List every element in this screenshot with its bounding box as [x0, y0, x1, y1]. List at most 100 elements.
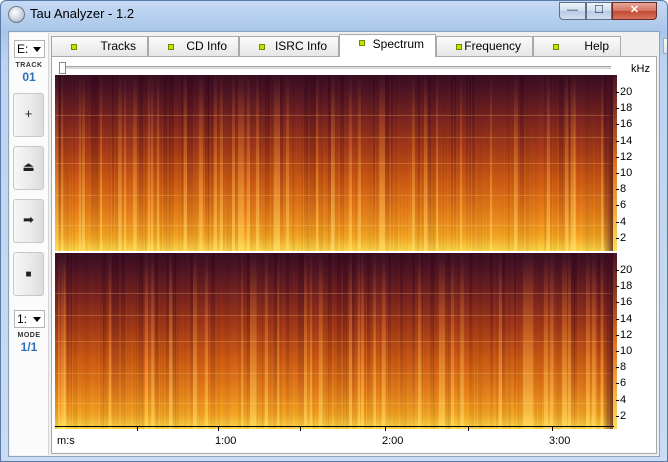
drive-select[interactable]: E:	[14, 40, 45, 58]
spectrogram-harmonic-line	[55, 315, 614, 316]
mode-label: MODE	[17, 332, 41, 339]
tab-cd-info[interactable]: CD Info	[148, 36, 239, 56]
time-tick-label: 3:00	[549, 435, 571, 447]
time-tick-label: 1:00	[215, 435, 237, 447]
khz-unit-label: kHz	[631, 63, 650, 75]
status-led-icon	[168, 44, 174, 50]
track-label: TRACK	[15, 62, 43, 69]
stop-icon: ■	[25, 269, 32, 280]
spectrogram-right-channel	[55, 253, 614, 429]
frequency-axis-top: 20 18 16 14 12 10 8 6 4 2	[615, 75, 650, 251]
app-window: Tau Analyzer - 1.2 — ☐ ✕ E: TRACK 01 + ⏏…	[0, 0, 668, 462]
time-tick	[137, 427, 138, 431]
minimize-button[interactable]: —	[559, 2, 586, 20]
eject-icon: ⏏	[22, 159, 35, 174]
status-led-icon	[259, 44, 265, 50]
spectrogram-harmonic-line	[55, 163, 614, 164]
spectrogram-harmonic-line	[55, 115, 614, 116]
frequency-tick-label: 8	[615, 361, 627, 374]
frequency-tick-label: 6	[615, 377, 627, 390]
spectrogram-harmonic-line	[55, 373, 614, 374]
frequency-tick-label: 6	[615, 199, 627, 212]
time-axis-label: m:s	[57, 435, 75, 447]
time-tick	[300, 427, 301, 431]
tab-frequency[interactable]: Frequency	[436, 36, 533, 56]
spectrogram-harmonic-line	[55, 225, 614, 226]
spectrogram-harmonic-line	[55, 403, 614, 404]
frequency-tick-label: 18	[615, 102, 633, 115]
frequency-tick-label: 4	[615, 215, 627, 228]
maximize-icon: ☐	[594, 4, 604, 16]
mode-select-value: 1:	[17, 312, 28, 326]
slider-track	[59, 66, 611, 69]
tab-tracks[interactable]: Tracks	[51, 36, 148, 56]
chevron-down-icon	[33, 317, 41, 322]
time-tick	[218, 427, 219, 431]
maximize-button[interactable]: ☐	[586, 2, 612, 20]
window-title: Tau Analyzer - 1.2	[30, 6, 135, 21]
time-tick	[468, 427, 469, 431]
time-axis: m:s 1:00 2:00 3:00	[55, 426, 614, 451]
tab-label: Tracks	[100, 39, 136, 53]
status-led-icon	[71, 44, 77, 50]
position-slider[interactable]	[59, 62, 611, 74]
client-area: E: TRACK 01 + ⏏ ➡ ■ 1: MODE 1/1 Tracks C…	[8, 31, 667, 457]
level-bar-bottom	[613, 253, 617, 429]
stop-button[interactable]: ■	[13, 252, 44, 296]
tab-label: Help	[584, 39, 609, 53]
spectrogram-harmonic-line	[55, 137, 614, 138]
frequency-tick-label: 16	[615, 296, 633, 309]
tab-strip: Tracks CD Info ISRC Info Spectrum Freque…	[51, 34, 667, 57]
status-led-icon	[553, 44, 559, 50]
left-toolbar: E: TRACK 01 + ⏏ ➡ ■ 1: MODE 1/1	[10, 33, 49, 455]
frequency-tick-label: 10	[615, 167, 633, 179]
tab-label: Frequency	[464, 39, 521, 53]
frequency-tick-label: 18	[615, 280, 633, 293]
frequency-axis-bottom: 20 18 16 14 12 10 8 6 4 2	[615, 253, 650, 429]
tab-isrc-info[interactable]: ISRC Info	[239, 36, 339, 56]
mode-ratio: 1/1	[20, 340, 38, 354]
frequency-tick-label: 4	[615, 393, 627, 406]
frequency-tick-label: 2	[615, 231, 627, 244]
app-icon[interactable]	[8, 6, 25, 23]
frequency-tick-label: 14	[615, 312, 633, 325]
frequency-tick-label: 8	[615, 183, 627, 196]
spectrum-panel: kHz 20 18 16 14 12 10 8 6 4 2 20 18 16 14 12 10 8 6 4 2 m:…	[51, 56, 657, 454]
tab-scroll-left-button[interactable]: ◂	[663, 38, 667, 54]
frequency-tick-label: 20	[615, 264, 633, 276]
tab-label: ISRC Info	[274, 39, 327, 53]
frequency-tick-label: 2	[615, 409, 627, 422]
frequency-tick-label: 10	[615, 345, 633, 357]
time-tick-label: 2:00	[382, 435, 404, 447]
add-button[interactable]: +	[13, 93, 44, 137]
time-tick	[385, 427, 386, 431]
spectrogram-left-channel	[55, 75, 614, 251]
level-bar-top	[613, 75, 617, 251]
drive-select-value: E:	[17, 42, 29, 56]
spectrogram-harmonic-line	[55, 341, 614, 342]
track-number: 01	[22, 70, 36, 84]
spectrogram-harmonic-line	[55, 293, 614, 294]
tab-help[interactable]: Help	[533, 36, 621, 56]
add-icon: +	[24, 106, 33, 121]
minimize-icon: —	[567, 4, 578, 16]
slider-thumb[interactable]	[59, 62, 66, 74]
chevron-down-icon	[33, 47, 41, 52]
mode-select[interactable]: 1:	[14, 310, 45, 328]
frequency-tick-label: 16	[615, 118, 633, 131]
time-tick	[552, 427, 553, 431]
status-led-icon	[359, 40, 365, 46]
tab-spectrum[interactable]: Spectrum	[339, 34, 436, 57]
frequency-tick-label: 12	[615, 328, 633, 341]
forward-button[interactable]: ➡	[13, 199, 44, 243]
tab-label: Spectrum	[372, 37, 424, 51]
forward-icon: ➡	[23, 212, 34, 227]
frequency-tick-label: 20	[615, 86, 633, 98]
spectrogram-harmonic-line	[55, 195, 614, 196]
close-button[interactable]: ✕	[612, 2, 657, 20]
frequency-tick-label: 12	[615, 150, 633, 163]
close-icon: ✕	[629, 4, 640, 16]
frequency-tick-label: 14	[615, 134, 633, 147]
title-bar[interactable]: Tau Analyzer - 1.2 — ☐ ✕	[1, 1, 667, 27]
eject-button[interactable]: ⏏	[13, 146, 44, 190]
